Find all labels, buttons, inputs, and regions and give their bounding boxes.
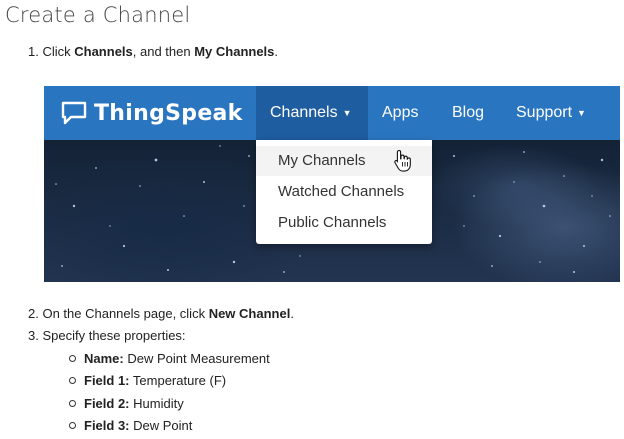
page-title: Create a Channel: [5, 3, 191, 27]
step-3: 3. Specify these properties:: [28, 328, 186, 343]
nav-channels-label: Channels: [270, 104, 338, 122]
property-field-1: Field 1: Temperature (F): [69, 373, 226, 388]
step-1: 1. Click Channels, and then My Channels.: [28, 44, 278, 59]
caret-down-icon: ▼: [342, 108, 352, 118]
property-value: Dew Point Measurement: [127, 351, 270, 366]
channels-dropdown-menu: My Channels Watched Channels Public Chan…: [256, 140, 432, 244]
menu-item-label: My Channels: [278, 152, 366, 169]
menu-item-my-channels[interactable]: My Channels: [256, 146, 432, 176]
property-field-3: Field 3: Dew Point: [69, 418, 192, 433]
property-value: Temperature (F): [132, 373, 227, 388]
step-bold-new-channel: New Channel: [208, 306, 291, 321]
step-number: 1.: [28, 44, 39, 59]
nav-blog[interactable]: Blog: [438, 86, 498, 140]
property-label: Field 1:: [84, 373, 130, 388]
bullet-circle-icon: [69, 422, 76, 430]
step-number: 3.: [28, 328, 39, 343]
step-text: Specify these properties:: [42, 328, 186, 343]
step-bold-my-channels: My Channels: [194, 44, 275, 59]
nav-channels[interactable]: Channels ▼: [256, 86, 368, 140]
bullet-circle-icon: [69, 377, 76, 385]
step-2: 2. On the Channels page, click New Chann…: [28, 306, 294, 321]
property-name: Name: Dew Point Measurement: [69, 351, 270, 366]
nav-support-label: Support: [516, 104, 573, 122]
brand-logo[interactable]: ThingSpeak: [60, 96, 243, 130]
menu-item-watched-channels[interactable]: Watched Channels: [256, 177, 432, 207]
step-text: .: [274, 44, 279, 59]
step-text: Click: [42, 44, 75, 59]
nav-apps[interactable]: Apps: [368, 86, 432, 140]
step-text: , and then: [132, 44, 195, 59]
step-bold-channels: Channels: [74, 44, 133, 59]
property-label: Name:: [84, 351, 124, 366]
thingspeak-screenshot: ThingSpeak Channels ▼ Apps Blog Support ▼ …: [44, 86, 620, 282]
brand-name: ThingSpeak: [94, 100, 243, 126]
property-value: Dew Point: [133, 418, 193, 433]
step-text: On the Channels page, click: [42, 306, 209, 321]
property-label: Field 2:: [84, 396, 130, 411]
bullet-circle-icon: [69, 355, 76, 363]
hand-cursor-icon: [394, 149, 411, 172]
menu-item-public-channels[interactable]: Public Channels: [256, 208, 432, 238]
step-number: 2.: [28, 306, 39, 321]
caret-down-icon: ▼: [577, 108, 586, 118]
navbar: ThingSpeak Channels ▼ Apps Blog Support ▼: [44, 86, 620, 140]
property-label: Field 3:: [84, 418, 130, 433]
nav-support[interactable]: Support ▼: [502, 86, 600, 140]
bullet-circle-icon: [69, 400, 76, 408]
step-text: .: [290, 306, 294, 321]
property-field-2: Field 2: Humidity: [69, 396, 184, 411]
property-value: Humidity: [133, 396, 184, 411]
chat-bubble-icon: [61, 101, 87, 125]
